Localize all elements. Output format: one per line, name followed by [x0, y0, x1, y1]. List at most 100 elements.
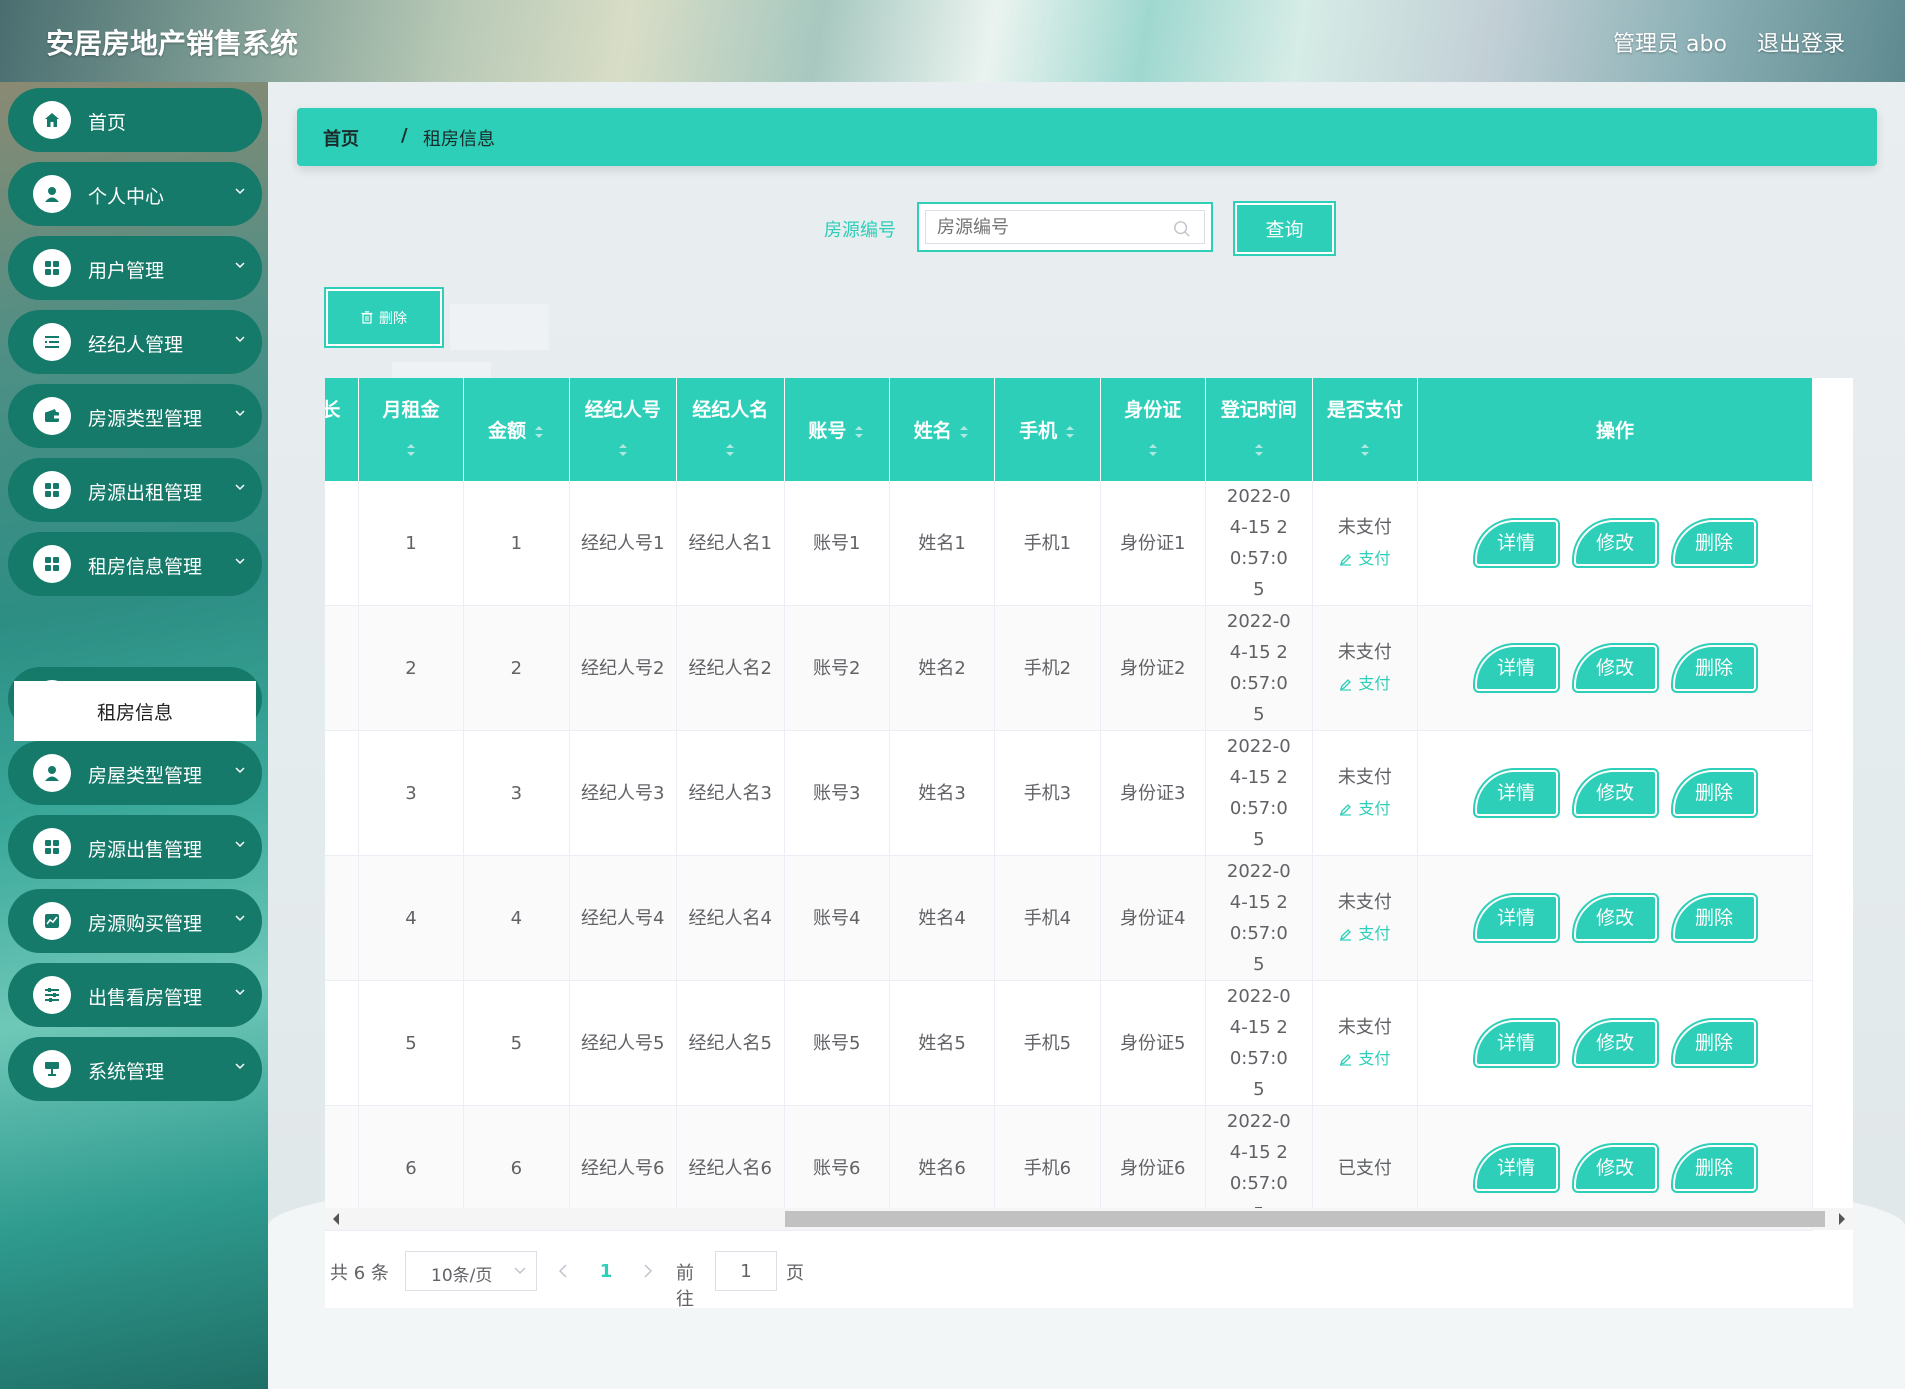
table-row: 5 5 经纪人号5 经纪人名5 账号5 姓名5 手机5 身份证5 2022-04-15 20:5…: [325, 980, 1813, 1106]
sidebar-item-6[interactable]: 租房信息管理: [8, 532, 262, 596]
delete-button[interactable]: 删除: [1670, 768, 1758, 818]
sort-icon[interactable]: [1057, 420, 1076, 442]
table-cell: 经纪人名1: [676, 481, 785, 606]
sort-icon[interactable]: [526, 420, 545, 442]
column-header[interactable]: 手机: [994, 378, 1101, 481]
submenu-item-rent-info[interactable]: 租房信息: [14, 681, 256, 741]
logout-link[interactable]: 退出登录: [1757, 26, 1845, 58]
next-page-button[interactable]: [628, 1251, 668, 1291]
column-header[interactable]: 月租金: [358, 378, 465, 481]
pay-link-label: 支付: [1358, 674, 1391, 693]
pay-link[interactable]: 支付: [1313, 918, 1417, 949]
sidebar-item-4[interactable]: 房源类型管理: [8, 384, 262, 448]
column-header-label: 金额: [488, 420, 527, 442]
sidebar-item-0[interactable]: 首页: [8, 88, 262, 152]
cell-phone: 手机4: [1023, 907, 1072, 929]
column-header[interactable]: 姓名: [889, 378, 996, 481]
search-input[interactable]: [937, 217, 1167, 238]
column-header[interactable]: 经纪人号: [569, 378, 678, 481]
column-header[interactable]: 金额: [463, 378, 570, 481]
horizontal-scrollbar[interactable]: [325, 1208, 1853, 1230]
main-content: 首页 / 租房信息 房源编号 查询 删除 时长 月租金金额 经纪人号 经纪人名账号 …: [268, 82, 1905, 1389]
sort-icon[interactable]: [325, 439, 327, 461]
column-header[interactable]: 操作: [1417, 378, 1813, 481]
sort-icon[interactable]: [1147, 439, 1159, 461]
edit-button[interactable]: 修改: [1571, 643, 1659, 693]
cell-phone: 手机3: [1023, 782, 1072, 804]
sort-icon[interactable]: [952, 420, 971, 442]
user-icon: [33, 175, 71, 213]
chevron-down-icon: [235, 767, 245, 774]
delete-button[interactable]: 删除: [1670, 518, 1758, 568]
detail-button[interactable]: 详情: [1472, 893, 1560, 943]
sidebar-item-11[interactable]: 出售看房管理: [8, 963, 262, 1027]
delete-button[interactable]: 删除: [1670, 1143, 1758, 1193]
pay-link[interactable]: 支付: [1313, 1043, 1417, 1074]
sort-icon[interactable]: [724, 439, 736, 461]
sidebar-item-8[interactable]: 房屋类型管理: [8, 741, 262, 805]
prev-page-button[interactable]: [544, 1251, 584, 1291]
search-field[interactable]: [917, 202, 1213, 252]
pay-link[interactable]: 支付: [1313, 668, 1417, 699]
sidebar-item-label: 个人中心: [88, 186, 165, 208]
sidebar-item-label: 用户管理: [88, 260, 165, 282]
cell-time: 2022-04-15 20:57:05: [1226, 861, 1291, 975]
detail-button[interactable]: 详情: [1472, 643, 1560, 693]
edit-button[interactable]: 修改: [1571, 893, 1659, 943]
sidebar-item-3[interactable]: 经纪人管理: [8, 310, 262, 374]
table-cell: 未支付 支付: [1312, 730, 1419, 856]
breadcrumb-home[interactable]: 首页: [323, 125, 359, 151]
scroll-right-icon[interactable]: [1839, 1213, 1845, 1225]
payment-status: 未支付: [1337, 892, 1392, 913]
scrollbar-thumb[interactable]: [785, 1211, 1825, 1227]
edit-button[interactable]: 修改: [1571, 518, 1659, 568]
sidebar-item-10[interactable]: 房源购买管理: [8, 889, 262, 953]
delete-button[interactable]: 删除: [1670, 643, 1758, 693]
detail-button[interactable]: 详情: [1472, 518, 1560, 568]
detail-button[interactable]: 详情: [1472, 1018, 1560, 1068]
sidebar-item-1[interactable]: 个人中心: [8, 162, 262, 226]
column-header[interactable]: 是否支付: [1312, 378, 1419, 481]
sidebar-item-label: 租房信息管理: [88, 556, 203, 578]
column-header[interactable]: 身份证: [1100, 378, 1206, 481]
payment-status: 未支付: [1337, 767, 1392, 788]
page-number-current[interactable]: 1: [586, 1251, 626, 1291]
query-button[interactable]: 查询: [1233, 201, 1336, 256]
cell-time: 2022-04-15 20:57:05: [1226, 736, 1291, 850]
column-header[interactable]: 账号: [784, 378, 890, 481]
detail-button[interactable]: 详情: [1472, 1143, 1560, 1193]
page-size-select[interactable]: 10条/页: [405, 1251, 537, 1291]
sidebar-item-2[interactable]: 用户管理: [8, 236, 262, 300]
column-header[interactable]: 登记时间: [1205, 378, 1313, 481]
table-cell: 经纪人号2: [569, 605, 678, 731]
table-cell: 账号4: [784, 855, 890, 981]
edit-button[interactable]: 修改: [1571, 1143, 1659, 1193]
sidebar-item-label: 房源出租管理: [88, 482, 203, 504]
sort-icon[interactable]: [1253, 439, 1265, 461]
goto-page-input[interactable]: 1: [715, 1251, 777, 1291]
batch-delete-button[interactable]: 删除: [324, 287, 444, 348]
table-cell: 2: [463, 605, 570, 731]
delete-button[interactable]: 删除: [1670, 893, 1758, 943]
scroll-left-icon[interactable]: [333, 1213, 339, 1225]
edit-button[interactable]: 修改: [1571, 768, 1659, 818]
payment-status: 已支付: [1337, 1157, 1392, 1179]
pay-link[interactable]: 支付: [1313, 793, 1417, 824]
sort-icon[interactable]: [617, 439, 629, 461]
table-cell: 经纪人号3: [569, 730, 678, 856]
delete-button[interactable]: 删除: [1670, 1018, 1758, 1068]
cell-amount: 1: [510, 532, 523, 554]
table-cell: 2022-04-15 20:57:05: [1205, 605, 1313, 731]
sidebar-item-5[interactable]: 房源出租管理: [8, 458, 262, 522]
sidebar-item-9[interactable]: 房源出售管理: [8, 815, 262, 879]
table-cell: 4: [463, 855, 570, 981]
pay-link[interactable]: 支付: [1313, 543, 1417, 574]
detail-button[interactable]: 详情: [1472, 768, 1560, 818]
sidebar-item-12[interactable]: 系统管理: [8, 1037, 262, 1101]
column-header[interactable]: 时长: [325, 378, 359, 481]
sort-icon[interactable]: [846, 420, 865, 442]
edit-button[interactable]: 修改: [1571, 1018, 1659, 1068]
sort-icon[interactable]: [405, 439, 417, 461]
sort-icon[interactable]: [1359, 439, 1371, 461]
column-header[interactable]: 经纪人名: [676, 378, 785, 481]
